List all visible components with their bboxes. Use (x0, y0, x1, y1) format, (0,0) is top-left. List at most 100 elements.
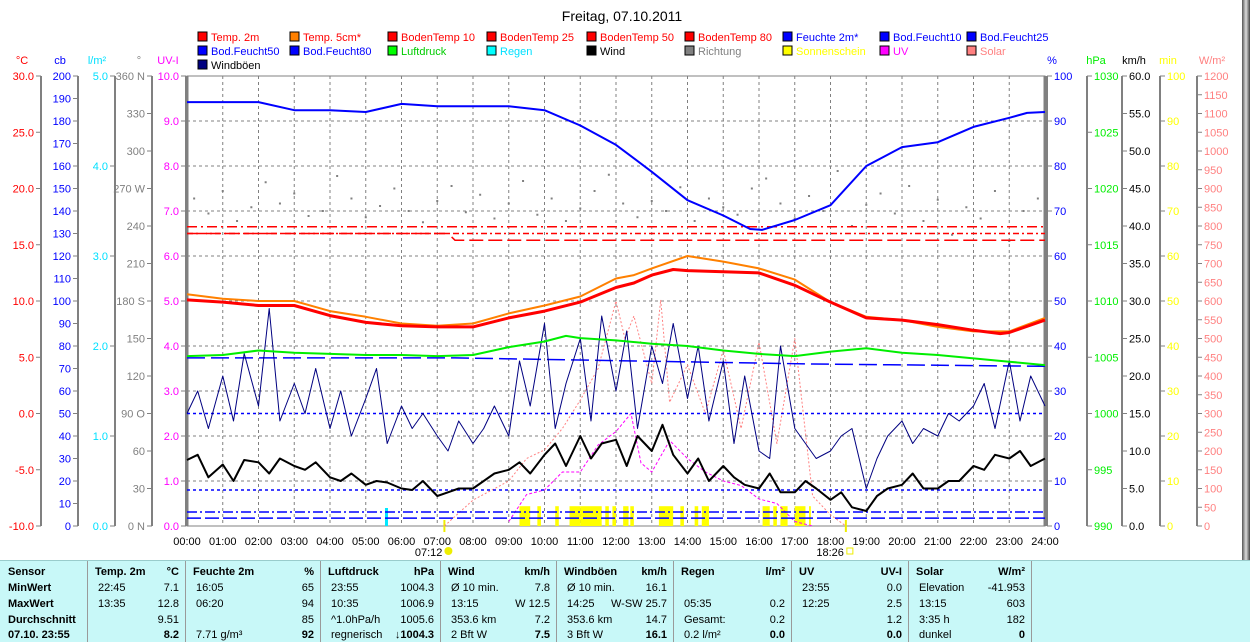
axis-tick-label-solar: 200 (1204, 446, 1222, 458)
stats-cell-label: 10:35 (331, 598, 359, 610)
scrollbar[interactable] (1242, 0, 1250, 560)
legend-item: Temp. 2m (197, 31, 259, 44)
stats-cell-label: 3:35 h (919, 614, 950, 626)
legend-swatch (586, 45, 597, 56)
direction-dot (836, 170, 839, 172)
legend-swatch (387, 45, 398, 56)
sunshine-bar (612, 506, 616, 526)
stats-cell-label: 16:05 (196, 582, 224, 594)
axis-tick-label-dir: 240 (127, 221, 145, 233)
legend-item: Bod.Feucht10 (879, 31, 962, 44)
axis-tick-label-dir: 30 (133, 484, 145, 496)
direction-dot (636, 216, 639, 219)
direction-dot (536, 213, 539, 216)
stats-cell-label: Durchschnitt (8, 614, 76, 626)
axis-tick-label-temp: 30.0 (13, 71, 34, 83)
sunshine-bar (519, 506, 531, 526)
axis-unit-uv: UV-I (157, 55, 178, 67)
stats-cell-label: regnerisch (331, 629, 383, 641)
legend-item: BodenTemp 25 (486, 31, 574, 44)
axis-unit-min: min (1159, 55, 1177, 67)
x-tick-label: 15:00 (709, 536, 737, 548)
stats-cell-value: 65 (301, 582, 314, 594)
direction-dot (393, 187, 396, 190)
axis-tick-label-hpa: 1010 (1094, 296, 1118, 308)
axis-tick-label-solar: 150 (1204, 465, 1222, 477)
legend-label: BodenTemp 50 (600, 32, 674, 44)
direction-dot (336, 175, 339, 177)
axis-tick-label-cb: 80 (59, 341, 71, 353)
x-tick-label: 01:00 (209, 536, 237, 548)
axis-tick-label-dir: 210 (127, 259, 145, 271)
stats-cell-label: MinWert (8, 582, 52, 594)
x-tick-label: 16:00 (745, 536, 773, 548)
axis-tick-label-dir: 330 (127, 109, 145, 121)
axis-tick-label-solar: 800 (1204, 221, 1222, 233)
legend-swatch (197, 59, 208, 70)
axis-tick-label-dir: 150 (127, 334, 145, 346)
legend-item: Feuchte 2m* (782, 31, 859, 44)
axis-tick-label-cb: 100 (53, 296, 71, 308)
axis-tick-label-cb: 180 (53, 116, 71, 128)
stats-cell-label: 353.6 km (567, 614, 613, 626)
axis-tick-label-cb: 0 (65, 521, 71, 533)
legend-item: Sonnenschein (782, 45, 866, 58)
stats-header: Feuchte 2m (193, 566, 255, 578)
stats-cell-label: 13:15 (919, 598, 947, 610)
stats-cell-value: 92 (301, 629, 314, 641)
x-tick-label: 14:00 (674, 536, 702, 548)
axis-tick-label-solar: 300 (1204, 409, 1222, 421)
axis-tick-label-min: 80 (1167, 161, 1179, 173)
direction-dot (264, 181, 267, 184)
stats-cell-value: 1006.9 (400, 598, 434, 610)
axis-tick-label-uv: 5.0 (164, 296, 179, 308)
stats-column: Wind km/h Ø 10 min. 7.8 13:15 W 12.5 353.6 km 7… (441, 561, 557, 642)
axis-tick-label-solar: 1000 (1204, 146, 1228, 158)
direction-dot (693, 220, 696, 222)
axis-tick-label-rain: 5.0 (93, 71, 108, 83)
stats-cell-label: 13:35 (98, 598, 126, 610)
stats-cell-label: Ø 10 min. (567, 582, 615, 594)
stats-cell-label: 12:25 (802, 598, 830, 610)
stats-header: Temp. 2m (95, 566, 146, 578)
axis-tick-label-solar: 900 (1204, 184, 1222, 196)
stats-cell-value: 7.1 (163, 582, 179, 594)
legend-item: BodenTemp 10 (387, 31, 475, 44)
x-tick-label: 22:00 (960, 536, 988, 548)
legend-swatch (486, 45, 497, 56)
stats-column: Solar W/m² Elevation -41.953 13:15 603 3:35 h 1… (909, 561, 1032, 642)
direction-dot (450, 185, 453, 187)
direction-dot (293, 192, 296, 195)
axis-tick-label-hum: 10 (1054, 476, 1066, 488)
legend-label: BodenTemp 10 (401, 32, 475, 44)
axis-tick-label-rain: 0.0 (93, 521, 108, 533)
legend-item: Windböen (197, 59, 261, 72)
sunshine-bar (630, 506, 634, 526)
stats-cell-label: 06:20 (196, 598, 224, 610)
stats-cell-value: 1.2 (886, 614, 902, 626)
sunshine-bar (701, 506, 709, 526)
axis-tick-label-cb: 70 (59, 364, 71, 376)
legend-item: Richtung (684, 45, 741, 58)
axis-tick-label-temp: 5.0 (19, 352, 34, 364)
rain-bar (384, 508, 388, 526)
stats-cell-value: W 12.5 (515, 598, 550, 610)
direction-dot (407, 210, 410, 212)
axis-tick-label-temp: 10.0 (13, 296, 34, 308)
sunshine-bar (555, 506, 559, 526)
stats-column: Temp. 2m °C 22:45 7.1 13:35 12.8 9.51 8.2 (88, 561, 186, 642)
axis-tick-label-cb: 110 (53, 274, 71, 286)
stats-cell-value: 603 (1006, 598, 1025, 610)
axis-tick-label-temp: -5.0 (15, 465, 34, 477)
axis-tick-label-min: 90 (1167, 116, 1179, 128)
direction-dot (493, 217, 496, 220)
x-tick-label: 10:00 (531, 536, 559, 548)
stats-cell-value: 12.8 (157, 598, 179, 610)
direction-dot (579, 207, 582, 210)
stats-column: Windböen km/h Ø 10 min. 16.1 14:25 W-SW 25.7 3… (557, 561, 674, 642)
stats-cell-value: 0.0 (886, 629, 902, 641)
axis-unit-dir: ° (137, 55, 141, 67)
axis-unit-solar: W/m² (1199, 55, 1226, 67)
x-tick-label: 21:00 (924, 536, 952, 548)
axis-tick-label-cb: 200 (53, 71, 71, 83)
